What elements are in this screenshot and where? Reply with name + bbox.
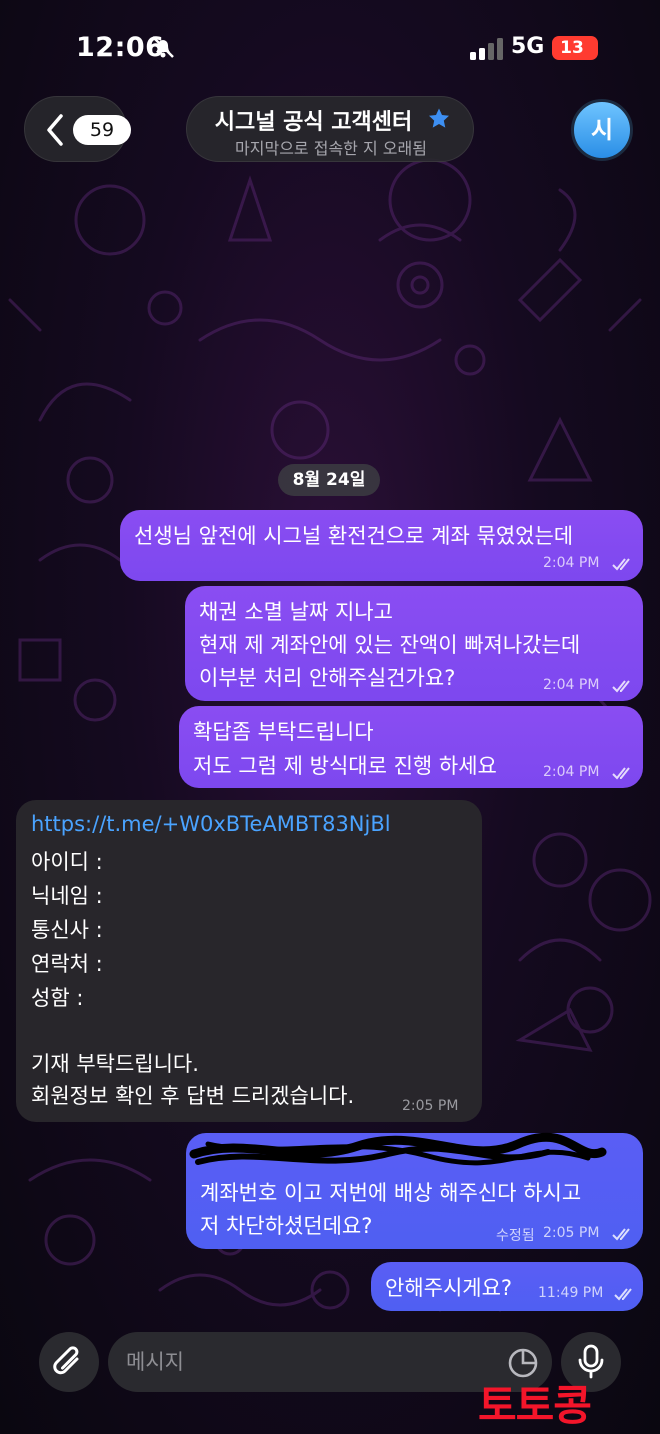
message-text: 계좌번호 이고 저번에 배상 해주신다 하시고 [200, 1181, 582, 1205]
message-time: 2:05 PM [543, 1225, 600, 1241]
message-text: 연락처 : [31, 952, 103, 976]
message-time: 2:04 PM [543, 677, 600, 693]
back-button[interactable]: 59 [24, 96, 131, 162]
cellular-signal-icon [470, 38, 503, 60]
message-bubble-outgoing[interactable]: 확답좀 부탁드립니다 저도 그럼 제 방식대로 진행 하세요 2:04 PM [179, 706, 643, 788]
edited-label: 수정됨 [496, 1228, 535, 1244]
date-separator: 8월 24일 [278, 464, 380, 496]
double-check-icon [612, 767, 630, 780]
paperclip-icon [53, 1346, 79, 1375]
message-bubble-outgoing[interactable]: 안해주시게요? 11:49 PM [371, 1262, 643, 1311]
message-text: 아이디 : [31, 850, 103, 874]
unread-count-badge: 59 [73, 115, 131, 145]
double-check-icon [612, 1228, 630, 1241]
message-text: 현재 제 계좌안에 있는 잔액이 빠져나갔는데 [199, 633, 581, 657]
message-text: 선생님 앞전에 시그널 환전건으로 계좌 묶였었는데 [134, 524, 574, 548]
message-bubble-outgoing[interactable]: 채권 소멸 날짜 지나고 현재 제 계좌안에 있는 잔액이 빠져나갔는데 이부분… [185, 586, 643, 701]
avatar[interactable]: 시 [571, 99, 633, 161]
message-input[interactable] [126, 1344, 486, 1380]
message-text: 기재 부탁드립니다. [31, 1052, 199, 1076]
message-time: 2:05 PM [402, 1098, 459, 1114]
star-badge-icon [429, 108, 449, 128]
message-text: 성함 : [31, 986, 84, 1010]
chat-title: 시그널 공식 고객센터 [214, 110, 413, 135]
message-text: 닉네임 : [31, 884, 103, 908]
battery-level: 13 [560, 38, 584, 58]
double-check-icon [614, 1288, 632, 1301]
message-bubble-outgoing[interactable]: 선생님 앞전에 시그널 환전건으로 계좌 묶였었는데 2:04 PM [120, 510, 643, 581]
last-seen-status: 마지막으로 접속한 지 오래됨 [235, 139, 427, 158]
message-text: 저도 그럼 제 방식대로 진행 하세요 [193, 754, 497, 778]
status-bar: 12:06 5G 13 [0, 0, 660, 96]
message-text: 안해주시게요? [385, 1276, 513, 1300]
message-text: 이부분 처리 안해주실건가요? [199, 666, 456, 690]
message-text: 통신사 : [31, 918, 103, 942]
double-check-icon [612, 558, 630, 571]
redaction-scribble [189, 1132, 607, 1166]
battery-indicator: 13 [552, 36, 598, 60]
message-text: 저 차단하셨던데요? [200, 1214, 373, 1238]
chevron-left-icon [47, 114, 63, 146]
message-time: 2:04 PM [543, 555, 600, 571]
message-time: 11:49 PM [538, 1285, 604, 1301]
message-text: 회원정보 확인 후 답변 드리겠습니다. [31, 1084, 355, 1108]
message-link[interactable]: https://t.me/+W0xBTeAMBT83NjBl [31, 812, 391, 836]
attach-button[interactable] [39, 1332, 99, 1392]
network-type: 5G [511, 34, 545, 59]
message-text: 채권 소멸 날짜 지나고 [199, 600, 393, 624]
bell-muted-icon [152, 36, 174, 58]
watermark: 토토콩 [478, 1381, 592, 1430]
message-bubble-incoming[interactable]: https://t.me/+W0xBTeAMBT83NjBl 아이디 : 닉네임… [16, 800, 482, 1122]
chat-title-area[interactable]: 시그널 공식 고객센터 마지막으로 접속한 지 오래됨 [186, 96, 474, 162]
message-time: 2:04 PM [543, 764, 600, 780]
message-text: 확답좀 부탁드립니다 [193, 720, 374, 744]
double-check-icon [612, 680, 630, 693]
